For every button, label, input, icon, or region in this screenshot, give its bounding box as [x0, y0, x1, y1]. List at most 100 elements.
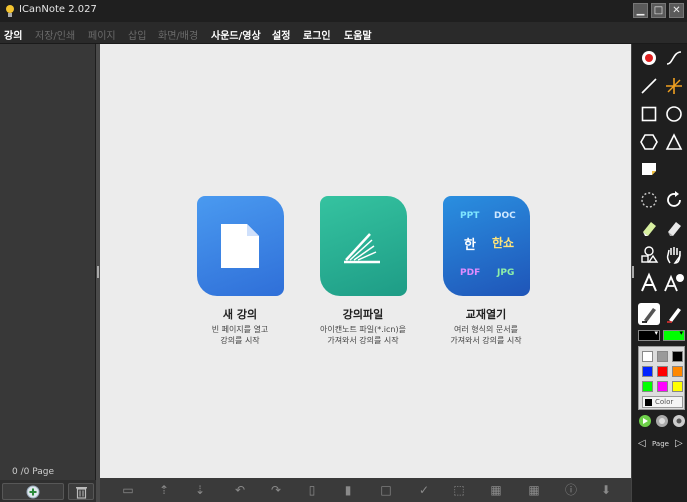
menu-lecture[interactable]: 강의	[4, 27, 22, 42]
format-show: 한쇼	[492, 236, 515, 250]
pan-tool[interactable]	[663, 244, 685, 266]
grid-icon[interactable]: ▦	[525, 482, 543, 498]
clear-eraser-tool[interactable]	[663, 217, 685, 239]
settings-button[interactable]	[672, 414, 686, 428]
lecture-file-tile[interactable]	[320, 196, 407, 296]
format-doc: DOC	[494, 211, 516, 221]
text-style-icon	[664, 274, 684, 292]
pen-icon	[642, 308, 656, 323]
fill-color-dropdown[interactable]: ▾	[663, 329, 685, 341]
minimize-button[interactable]: ▁	[633, 3, 648, 18]
move-up-icon[interactable]: ⇡	[155, 482, 173, 498]
menu-help[interactable]: 도움말	[344, 27, 372, 42]
color-swatch-blue[interactable]	[642, 366, 653, 377]
fit-screen-icon[interactable]: ▭	[119, 482, 137, 498]
axis-line-tool[interactable]	[663, 75, 685, 97]
text-style-tool[interactable]	[663, 272, 685, 294]
format-jpg: JPG	[497, 268, 515, 278]
text-icon	[641, 272, 657, 292]
close-button[interactable]: ✕	[669, 3, 684, 18]
prev-page-icon[interactable]: ◁	[638, 438, 646, 449]
color-swatch-green[interactable]	[642, 381, 653, 392]
triangle-tool[interactable]	[663, 131, 685, 153]
color-swatch-orange[interactable]	[672, 366, 683, 377]
trash-icon	[76, 487, 87, 499]
menu-insert[interactable]: 삽입	[128, 27, 146, 42]
record-tool[interactable]	[638, 47, 660, 69]
color-swatch-magenta[interactable]	[657, 381, 668, 392]
undo-icon[interactable]: ↶	[231, 482, 249, 498]
menu-settings[interactable]: 설정	[272, 27, 290, 42]
paste-page-icon[interactable]: ▮	[339, 482, 357, 498]
line-icon	[641, 78, 657, 94]
maximize-button[interactable]: □	[651, 3, 666, 18]
menu-save-print[interactable]: 저장/인쇄	[35, 27, 75, 42]
lasso-select-tool[interactable]	[638, 189, 660, 211]
blank-document-icon	[221, 224, 259, 268]
color-swatch-gray[interactable]	[657, 351, 668, 362]
rectangle-icon	[641, 106, 657, 122]
delete-page-button[interactable]	[68, 483, 94, 500]
highlighter-tool[interactable]	[663, 303, 685, 325]
page-count: 0 /0 Page	[12, 467, 54, 477]
card-title: 새 강의	[222, 308, 258, 321]
text-tool[interactable]	[638, 272, 660, 294]
hand-icon	[666, 247, 681, 264]
card-description: 아이캔노트 파일(*.icn)을 가져와서 강의를 시작	[320, 325, 406, 345]
hexagon-tool[interactable]	[638, 131, 660, 153]
custom-color-label: Color	[655, 398, 674, 406]
drawing-tools-panel: ▾ ▾ Color ◁ Page ▷	[631, 44, 687, 502]
page-thumbnail-panel[interactable]	[0, 44, 96, 502]
title-bar: ICanNote 2.027 ▁ □ ✕	[0, 0, 687, 22]
copy-page-icon[interactable]: ▯	[303, 482, 321, 498]
new-lecture-tile[interactable]	[197, 196, 284, 296]
info-icon[interactable]: ⓘ	[562, 482, 580, 498]
move-down-icon[interactable]: ⇣	[191, 482, 209, 498]
add-page-button[interactable]	[2, 483, 64, 500]
shapes-library-tool[interactable]	[638, 244, 660, 266]
menu-page[interactable]: 페이지	[88, 27, 116, 42]
stop-button[interactable]	[655, 414, 669, 428]
curve-icon	[666, 51, 682, 65]
next-page-icon[interactable]: ▷	[675, 438, 683, 449]
rotate-icon	[667, 191, 681, 207]
redo-icon[interactable]: ↷	[267, 482, 285, 498]
zoom-area-icon[interactable]: ⬚	[450, 482, 468, 498]
menu-sound-video[interactable]: 사운드/영상	[211, 27, 261, 42]
color-swatch-yellow[interactable]	[672, 381, 683, 392]
line-tool[interactable]	[638, 75, 660, 97]
highlighter-icon	[667, 308, 681, 323]
stop-icon	[656, 415, 668, 427]
lasso-icon	[641, 192, 657, 208]
sticky-note-tool[interactable]	[638, 157, 660, 179]
rotate-tool[interactable]	[663, 189, 685, 211]
color-swatch-red[interactable]	[657, 366, 668, 377]
color-swatch-white[interactable]	[642, 351, 653, 362]
rectangle-tool[interactable]	[638, 103, 660, 125]
format-hwp: 한	[464, 238, 476, 253]
circle-tool[interactable]	[663, 103, 685, 125]
card-title: 강의파일	[342, 308, 384, 321]
arrange-icon[interactable]: ▦	[487, 482, 505, 498]
page-panel-toolbar	[0, 480, 96, 502]
open-textbook-tile[interactable]: PPT DOC 한 한쇼 PDF JPG	[443, 196, 530, 296]
color-swatch-black[interactable]	[672, 351, 683, 362]
play-icon	[639, 415, 651, 427]
app-logo-icon	[6, 5, 14, 17]
card-description: 빈 페이지를 열고 강의를 시작	[211, 325, 269, 345]
menu-screen-background[interactable]: 화면/배경	[158, 27, 198, 42]
right-splitter-handle-icon	[632, 266, 634, 278]
clear-icon[interactable]: ✓	[415, 482, 433, 498]
download-icon[interactable]: ⬇	[597, 482, 615, 498]
freehand-tool[interactable]	[663, 47, 685, 69]
menu-login[interactable]: 로그인	[303, 27, 331, 42]
page-nav-label: Page	[652, 440, 669, 448]
pen-tool[interactable]	[638, 303, 660, 325]
custom-color-button[interactable]: Color	[642, 396, 683, 408]
eraser-tool[interactable]	[638, 217, 660, 239]
card-title: 교재열기	[465, 308, 507, 321]
play-button[interactable]	[638, 414, 652, 428]
window-title: ICanNote 2.027	[19, 4, 97, 15]
select-icon[interactable]: □	[377, 482, 395, 498]
pen-color-dropdown[interactable]: ▾	[638, 329, 660, 341]
